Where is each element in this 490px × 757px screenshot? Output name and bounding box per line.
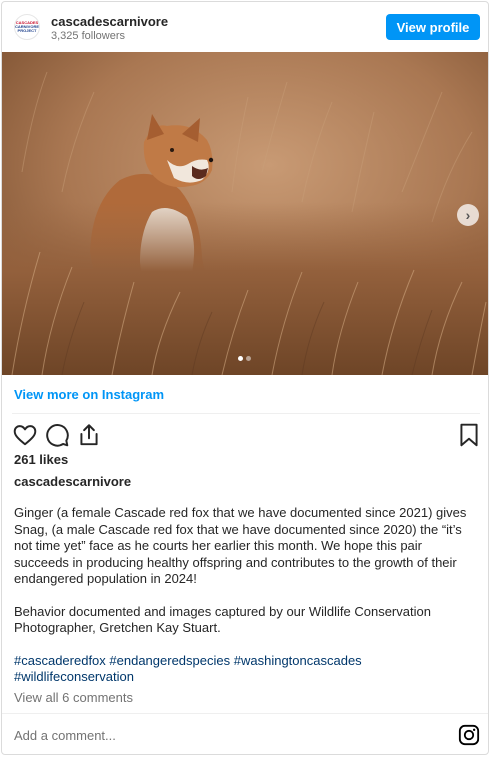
like-count[interactable]: 261 likes (14, 452, 68, 467)
fox-photo (2, 52, 488, 375)
avatar-text-3: PROJECT (17, 28, 37, 33)
caption-paragraph-1: Ginger (a female Cascade red fox that we… (14, 505, 467, 586)
divider (12, 413, 480, 414)
instagram-icon[interactable] (458, 724, 480, 746)
caption-paragraph-2: Behavior documented and images captured … (14, 603, 431, 636)
divider (2, 713, 488, 714)
carousel-dot (246, 356, 251, 361)
hashtag-link[interactable]: #endangeredspecies (109, 653, 230, 668)
heart-icon[interactable] (12, 422, 38, 448)
comment-icon[interactable] (44, 422, 70, 448)
username[interactable]: cascadescarnivore (51, 14, 168, 29)
add-comment-input[interactable]: Add a comment... (14, 728, 116, 743)
view-profile-button[interactable]: View profile (386, 14, 480, 40)
chevron-right-icon[interactable]: › (457, 204, 479, 226)
bookmark-icon[interactable] (456, 422, 482, 448)
post-header: CASCADES CARNIVORE PROJECT cascadescarni… (2, 2, 488, 52)
view-comments-link[interactable]: View all 6 comments (14, 690, 133, 705)
post-photo[interactable]: › (2, 52, 488, 375)
hashtag-link[interactable]: #cascaderedfox (14, 653, 106, 668)
hashtag-link[interactable]: #washingtoncascades (234, 653, 362, 668)
hashtag-link[interactable]: #wildlifeconservation (14, 669, 134, 684)
carousel-dot-active (238, 356, 243, 361)
share-icon[interactable] (76, 422, 102, 448)
hashtags: #cascaderedfox #endangeredspecies #washi… (14, 653, 480, 686)
post-caption: Ginger (a female Cascade red fox that we… (14, 505, 480, 686)
carousel-indicator (238, 356, 251, 361)
caption-username[interactable]: cascadescarnivore (14, 474, 131, 489)
follower-count: 3,325 followers (51, 30, 125, 42)
instagram-embed-card: CASCADES CARNIVORE PROJECT cascadescarni… (1, 1, 489, 755)
avatar[interactable]: CASCADES CARNIVORE PROJECT (14, 14, 40, 40)
view-more-link[interactable]: View more on Instagram (14, 387, 164, 402)
action-bar (10, 422, 480, 448)
